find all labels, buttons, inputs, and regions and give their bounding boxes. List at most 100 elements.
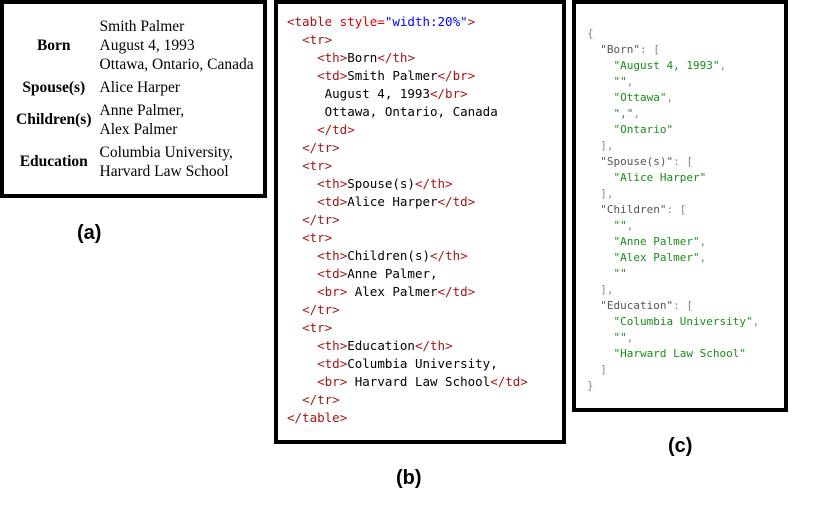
code-line: <br> Alex Palmer</td> xyxy=(287,283,528,301)
code-tag: <tr xyxy=(302,32,325,47)
json-line: "", xyxy=(587,218,759,234)
code-tag: <br xyxy=(317,374,340,389)
code-tag: </th xyxy=(414,176,446,191)
code-text: August 4, 1993 xyxy=(287,86,430,101)
code-tag: </th xyxy=(414,338,446,353)
json-line: { xyxy=(587,26,759,42)
code-tag: </td xyxy=(437,194,468,209)
row-value: Columbia University, Harvard Law School xyxy=(98,141,256,183)
code-attr: style= xyxy=(332,14,385,29)
code-tag: <tr xyxy=(302,158,325,173)
code-text: Children(s) xyxy=(347,248,431,263)
value-line: Ottawa, Ontario, Canada xyxy=(99,56,254,73)
code-text: Alice Harper xyxy=(347,194,438,209)
json-comma: , xyxy=(626,219,634,232)
code-line: <td>Anne Palmer, xyxy=(287,265,528,283)
json-line: "Ontario" xyxy=(587,122,759,138)
json-line: ], xyxy=(587,186,759,202)
table-row: Born Smith Palmer August 4, 1993 Ottawa, On… xyxy=(12,15,256,76)
code-tag: <tr xyxy=(302,230,325,245)
code-tag: > xyxy=(467,284,476,299)
json-line: "Spouse(s)": [ xyxy=(587,154,759,170)
json-string: "August 4, 1993" xyxy=(613,59,720,72)
json-line: "Alice Harper" xyxy=(587,170,759,186)
json-line: "Alex Palmer", xyxy=(587,250,759,266)
json-output-panel: { "Born": [ "August 4, 1993", "", "Ottaw… xyxy=(572,0,788,412)
code-tag: <td xyxy=(317,68,340,83)
json-brace: } xyxy=(587,379,594,392)
html-source-panel: <table style="width:20%"> <tr> <th>Born<… xyxy=(274,0,566,444)
table-row: Spouse(s) Alice Harper xyxy=(12,76,256,99)
code-line: <tr> xyxy=(287,157,528,175)
table-row: Children(s) Anne Palmer, Alex Palmer xyxy=(12,99,256,141)
json-comma: , xyxy=(626,331,634,344)
code-line: <th>Children(s)</th> xyxy=(287,247,528,265)
code-text: Smith Palmer xyxy=(347,68,438,83)
json-string: "" xyxy=(613,75,627,88)
json-key: "Education" xyxy=(600,299,674,312)
json-line: "Ottawa", xyxy=(587,90,759,106)
code-line: <td>Alice Harper</td> xyxy=(287,193,528,211)
code-tag: > xyxy=(332,140,340,155)
json-line: "Anne Palmer", xyxy=(587,234,759,250)
json-string: "," xyxy=(613,107,634,120)
json-line: ], xyxy=(587,282,759,298)
code-tag: > xyxy=(324,158,333,173)
code-line: <tr> xyxy=(287,319,528,337)
caption-b: (b) xyxy=(396,467,422,489)
code-line: </tr> xyxy=(287,301,528,319)
json-string: "Ottawa" xyxy=(613,91,667,104)
json-line: "Born": [ xyxy=(587,42,759,58)
json-line: ] xyxy=(587,362,759,378)
json-bracket: ], xyxy=(600,283,614,296)
json-key: "Spouse(s)" xyxy=(600,155,674,168)
json-line: ",", xyxy=(587,106,759,122)
code-line: <td>Columbia University, xyxy=(287,355,528,373)
code-line: <td>Smith Palmer</br> xyxy=(287,67,528,85)
row-value: Anne Palmer, Alex Palmer xyxy=(98,99,256,141)
json-string: "" xyxy=(613,267,627,280)
json-string: "Anne Palmer" xyxy=(613,235,700,248)
code-line: <th>Spouse(s)</th> xyxy=(287,175,528,193)
value-line: Alice Harper xyxy=(99,79,180,96)
code-text: Alex Palmer xyxy=(347,284,438,299)
json-line: "" xyxy=(587,266,759,282)
code-tag: </th xyxy=(377,50,408,65)
value-line: Harvard Law School xyxy=(99,163,229,180)
value-line: Columbia University, xyxy=(99,144,233,161)
code-tag: </tr xyxy=(302,302,333,317)
code-tag: > xyxy=(332,302,340,317)
code-tag: </td xyxy=(317,122,348,137)
json-line: "", xyxy=(587,330,759,346)
code-tag: </th xyxy=(430,248,461,263)
json-string: "Columbia University" xyxy=(613,315,753,328)
code-tag: > xyxy=(520,374,528,389)
json-line: "August 4, 1993", xyxy=(587,58,759,74)
code-tag: > xyxy=(445,176,453,191)
code-text: Born xyxy=(347,50,378,65)
code-tag: </td xyxy=(490,374,521,389)
json-bracket: : [ xyxy=(673,299,693,312)
code-tag: <td xyxy=(317,266,340,281)
json-comma: , xyxy=(699,251,707,264)
code-text: Education xyxy=(347,338,415,353)
code-tag: </tr xyxy=(302,140,333,155)
json-line: ], xyxy=(587,138,759,154)
json-line: "Children": [ xyxy=(587,202,759,218)
code-line: <tr> xyxy=(287,31,528,49)
code-line: <th>Born</th> xyxy=(287,49,528,67)
json-string: "Alice Harper" xyxy=(613,171,707,184)
